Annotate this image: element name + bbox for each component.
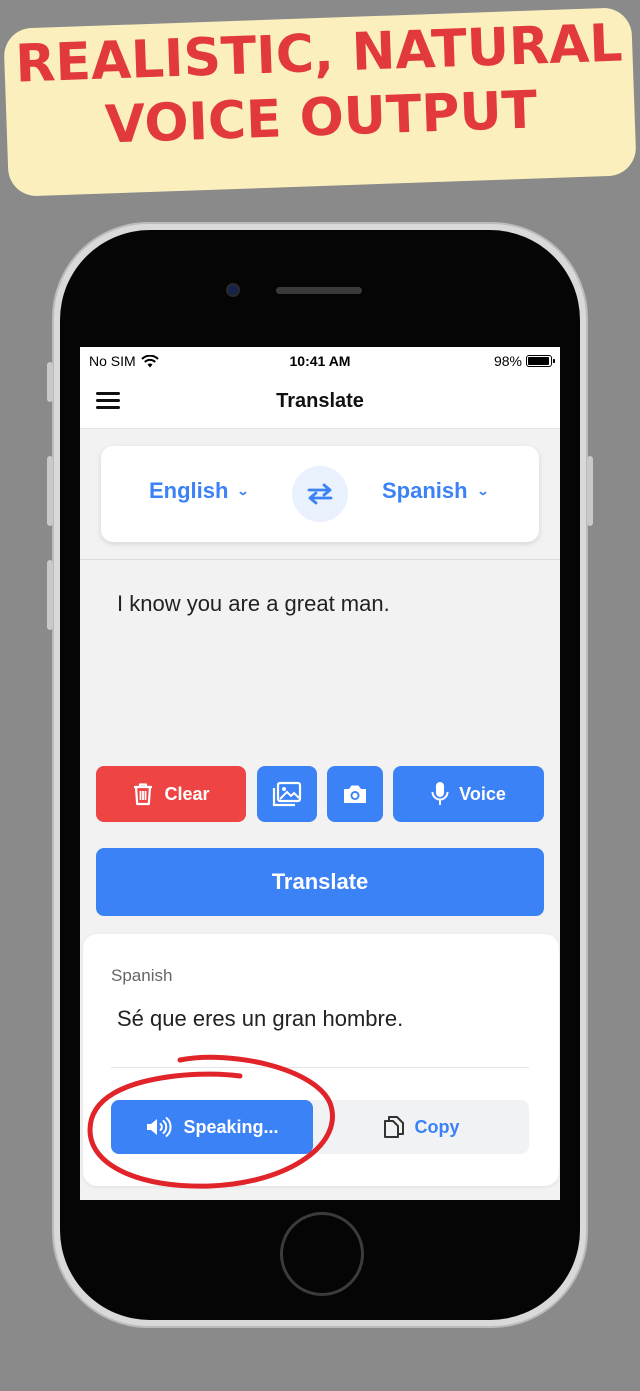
target-language-label: Spanish xyxy=(382,478,468,503)
battery-percent: 98% xyxy=(493,353,522,369)
chevron-down-icon: ⌄ xyxy=(476,484,490,498)
source-text-input[interactable]: I know you are a great man. xyxy=(117,591,390,617)
volume-up-button xyxy=(47,456,53,526)
speaker-icon xyxy=(147,1117,173,1137)
microphone-icon xyxy=(431,782,449,805)
copy-button-label: Copy xyxy=(414,1116,460,1137)
battery-status: 98% xyxy=(493,353,555,369)
camera-button[interactable] xyxy=(327,766,383,822)
camera-icon xyxy=(344,785,366,803)
speak-button-label: Speaking... xyxy=(183,1116,279,1137)
result-language-label: Spanish xyxy=(111,966,173,985)
translate-button[interactable]: Translate xyxy=(96,848,544,916)
divider xyxy=(80,559,560,560)
clear-button[interactable]: Clear xyxy=(96,766,246,822)
source-language-dropdown[interactable]: English ⌄ xyxy=(149,478,251,504)
status-bar: No SIM 10:41 AM 98% xyxy=(80,347,560,375)
clear-button-label: Clear xyxy=(164,783,210,804)
home-button[interactable] xyxy=(280,1212,364,1296)
result-actions-row: Speaking... Copy xyxy=(111,1100,529,1154)
battery-icon xyxy=(526,355,555,367)
status-time: 10:41 AM xyxy=(289,353,351,369)
voice-input-button[interactable]: Voice xyxy=(393,766,544,822)
earpiece-speaker xyxy=(276,287,362,294)
speak-button[interactable]: Speaking... xyxy=(111,1100,313,1154)
divider xyxy=(111,1067,529,1068)
translation-result-card: Spanish Sé que eres un gran hombre. Spea… xyxy=(83,934,559,1186)
promo-headline: Realistic, Natural Voice Output xyxy=(0,11,640,161)
front-camera xyxy=(226,283,240,297)
volume-down-button xyxy=(47,560,53,630)
copy-icon xyxy=(383,1116,404,1138)
chevron-down-icon: ⌄ xyxy=(236,484,251,498)
copy-button[interactable]: Copy xyxy=(313,1100,529,1154)
target-language-dropdown[interactable]: Spanish ⌄ xyxy=(382,478,490,504)
language-selector-card: English ⌄ Spanish ⌄ xyxy=(101,446,539,542)
image-gallery-button[interactable] xyxy=(257,766,317,822)
swap-languages-button[interactable] xyxy=(292,466,348,522)
mute-switch xyxy=(47,362,53,402)
power-button xyxy=(587,456,593,526)
page-title: Translate xyxy=(276,390,364,412)
voice-button-label: Voice xyxy=(459,783,506,804)
nav-bar: Translate xyxy=(80,375,560,429)
input-actions-row: Clear Voice xyxy=(96,766,544,822)
source-language-label: English xyxy=(149,478,229,503)
translated-text: Sé que eres un gran hombre. xyxy=(117,1006,404,1031)
trash-icon xyxy=(134,783,153,806)
image-gallery-icon xyxy=(272,781,302,807)
app-screen: No SIM 10:41 AM 98% Translate English ⌄ xyxy=(80,347,560,1200)
swap-arrows-icon xyxy=(307,483,333,505)
